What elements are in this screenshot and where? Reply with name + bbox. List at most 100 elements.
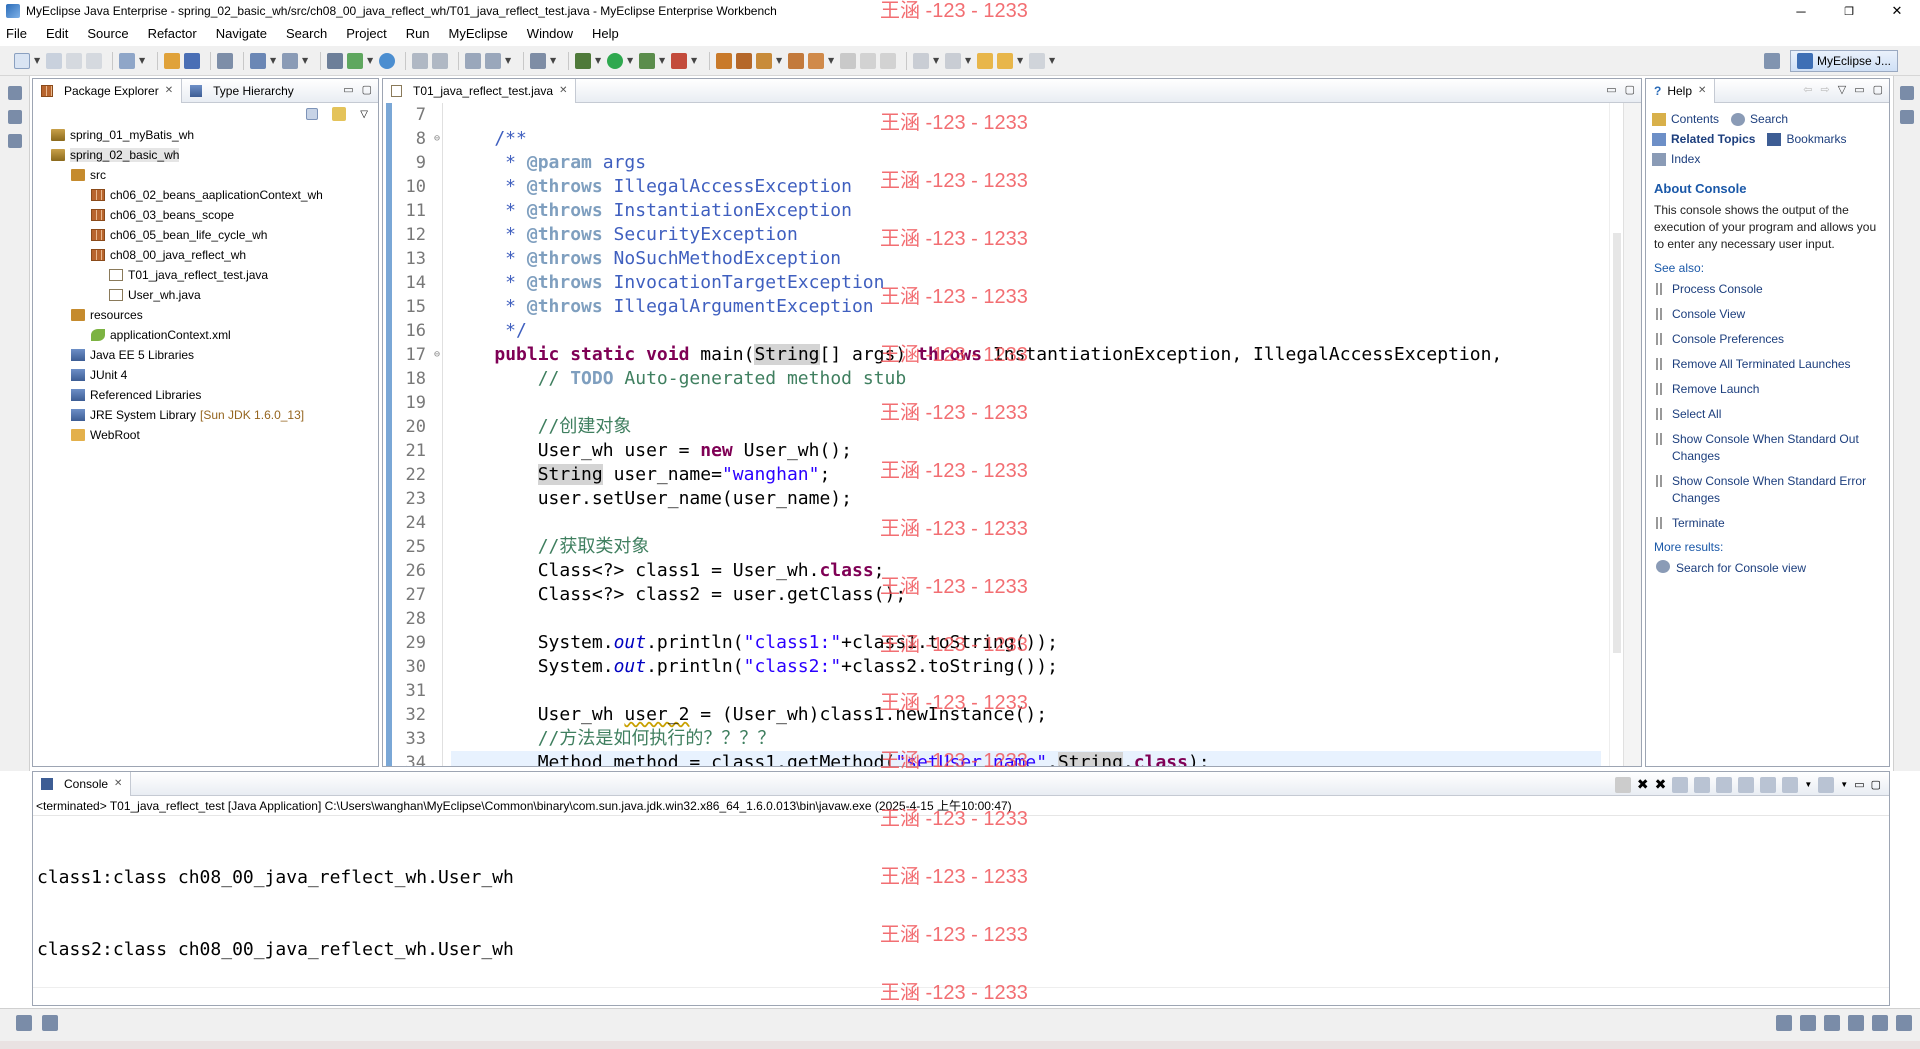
tree-item[interactable]: spring_02_basic_wh [33, 145, 378, 165]
code-line[interactable] [451, 391, 1601, 415]
save-icon[interactable] [46, 52, 62, 69]
forward-icon[interactable]: ⇨ [1821, 83, 1830, 96]
code-line[interactable]: //创建对象 [451, 415, 1601, 439]
show-on-output-icon[interactable] [1716, 776, 1733, 793]
new-class-icon[interactable] [756, 52, 772, 69]
help-link[interactable]: Remove Launch [1654, 381, 1881, 398]
menu-project[interactable]: Project [346, 26, 386, 41]
block-selection-icon[interactable] [880, 52, 896, 69]
perspective-myeclipse-button[interactable]: MyEclipse J... [1789, 50, 1898, 72]
code-line[interactable]: /** [451, 127, 1601, 151]
back-icon[interactable] [412, 52, 428, 69]
new-package-icon[interactable] [736, 52, 752, 69]
help-link[interactable]: Console View [1654, 306, 1881, 323]
collapse-all-icon[interactable] [306, 108, 319, 120]
code-area[interactable]: 7 8 ⊖ 9 10 11 12 13 14 15 16 17 ⊖ 18 19 20 21 22 23 24 25 26 2… [383, 103, 1641, 766]
show-on-error-icon[interactable] [1738, 776, 1755, 793]
code-line[interactable]: Class<?> class1 = User_wh.class; [451, 559, 1601, 583]
close-button[interactable]: ✕ [1874, 0, 1920, 22]
code-line[interactable]: // TODO Auto-generated method stub [451, 367, 1601, 391]
tree-item[interactable]: applicationContext.xml [33, 325, 378, 345]
display-selected-console-icon[interactable] [1782, 776, 1799, 793]
overview-ruler[interactable] [1623, 103, 1641, 766]
new-project-icon[interactable] [119, 52, 135, 69]
code-line[interactable]: * @throws NoSuchMethodException [451, 247, 1601, 271]
deploy-icon[interactable] [184, 52, 200, 69]
help-index-link[interactable]: Index [1652, 152, 1700, 166]
open-perspective-icon[interactable] [1763, 53, 1780, 69]
tree-item[interactable]: JUnit 4 [33, 365, 378, 385]
help-link[interactable]: Process Console [1654, 281, 1881, 298]
tree-item[interactable]: spring_01_myBatis_wh [33, 125, 378, 145]
forward-icon[interactable] [432, 52, 448, 69]
close-icon[interactable]: ✕ [114, 778, 122, 789]
code-line[interactable]: * @throws IllegalAccessException [451, 175, 1601, 199]
menu-myeclipse[interactable]: MyEclipse [449, 26, 508, 41]
help-search-console-link[interactable]: Search for Console view [1654, 560, 1881, 577]
show-whitespace-icon[interactable] [860, 52, 876, 69]
tree-item[interactable]: Referenced Libraries [33, 385, 378, 405]
chevron-down-icon[interactable]: ▼ [367, 56, 373, 65]
code-line[interactable]: * @param args [451, 151, 1601, 175]
menu-refactor[interactable]: Refactor [148, 26, 197, 41]
close-icon[interactable]: ✕ [559, 85, 567, 96]
help-contents-link[interactable]: Contents [1652, 112, 1719, 126]
scrollbar-thumb[interactable] [1613, 233, 1621, 653]
tree-item[interactable]: ch06_03_beans_scope [33, 205, 378, 225]
tree-view-icon[interactable] [42, 1015, 58, 1031]
save-all-icon[interactable] [66, 52, 82, 69]
code-lines[interactable]: /** * @param args * @throws IllegalAcces… [451, 103, 1601, 766]
previous-annotation-icon[interactable] [945, 52, 961, 69]
remove-launch-icon[interactable]: ✖ [1637, 776, 1649, 793]
chevron-down-icon[interactable]: ▼ [659, 56, 665, 65]
back-icon[interactable]: ⇦ [1803, 83, 1812, 96]
package-explorer-icon[interactable] [8, 110, 22, 124]
tree-item[interactable]: WebRoot [33, 425, 378, 445]
chevron-down-icon[interactable]: ▼ [505, 56, 511, 65]
tree-item[interactable]: ch06_05_bean_life_cycle_wh [33, 225, 378, 245]
maximize-icon[interactable]: ▢ [1873, 83, 1883, 96]
tree-item[interactable]: resources [33, 305, 378, 325]
chevron-down-icon[interactable]: ▼ [933, 56, 939, 65]
menu-search[interactable]: Search [286, 26, 327, 41]
mark-occurrences-icon[interactable] [808, 52, 824, 69]
chevron-down-icon[interactable]: ▼ [1840, 780, 1848, 789]
code-line[interactable]: User_wh user_2 = (User_wh)class1.newInst… [451, 703, 1601, 727]
minimize-icon[interactable]: ▭ [343, 83, 353, 96]
fold-icon[interactable]: ⊖ [434, 343, 440, 367]
coverage-icon[interactable] [639, 52, 655, 69]
clear-console-icon[interactable] [1672, 776, 1689, 793]
servers-icon[interactable] [1800, 1015, 1816, 1031]
outline-icon[interactable] [8, 134, 22, 148]
code-line[interactable]: Method method = class1.getMethod("setUse… [451, 751, 1601, 766]
web-icon[interactable] [1848, 1015, 1864, 1031]
help-search-link[interactable]: Search [1731, 112, 1788, 126]
tab-editor-file[interactable]: T01_java_reflect_test.java ✕ [383, 78, 577, 103]
chevron-down-icon[interactable]: ▼ [34, 56, 40, 65]
heap-icon[interactable] [1896, 1015, 1912, 1031]
chevron-down-icon[interactable]: ▼ [550, 56, 556, 65]
code-line[interactable]: User_wh user = new User_wh(); [451, 439, 1601, 463]
help-link[interactable]: Show Console When Standard Out Changes [1654, 431, 1881, 465]
code-line[interactable] [451, 607, 1601, 631]
code-line[interactable]: System.out.println("class1:"+class1.toSt… [451, 631, 1601, 655]
tree-item[interactable]: Java EE 5 Libraries [33, 345, 378, 365]
tab-type-hierarchy[interactable]: Type Hierarchy [182, 79, 302, 103]
new-java-project-icon[interactable] [716, 52, 732, 69]
menu-edit[interactable]: Edit [46, 26, 68, 41]
code-line[interactable]: user.setUser_name(user_name); [451, 487, 1601, 511]
chevron-down-icon[interactable]: ▼ [1804, 780, 1812, 789]
chevron-down-icon[interactable]: ▼ [627, 56, 633, 65]
browser-icon[interactable] [1824, 1015, 1840, 1031]
help-link[interactable]: Terminate [1654, 515, 1881, 532]
code-line[interactable]: Class<?> class2 = user.getClass(); [451, 583, 1601, 607]
minimize-button[interactable]: ─ [1778, 0, 1824, 22]
code-line[interactable]: * @throws IllegalArgumentException [451, 295, 1601, 319]
back-navigation-icon[interactable] [997, 52, 1013, 69]
chevron-down-icon[interactable]: ▼ [270, 56, 276, 65]
close-icon[interactable]: ✕ [1698, 85, 1706, 96]
tree-item[interactable]: JRE System Library [Sun JDK 1.6.0_13] [33, 405, 378, 425]
fast-view-icon[interactable] [16, 1015, 32, 1031]
code-line[interactable]: * @throws InvocationTargetException [451, 271, 1601, 295]
chevron-down-icon[interactable]: ▼ [828, 56, 834, 65]
